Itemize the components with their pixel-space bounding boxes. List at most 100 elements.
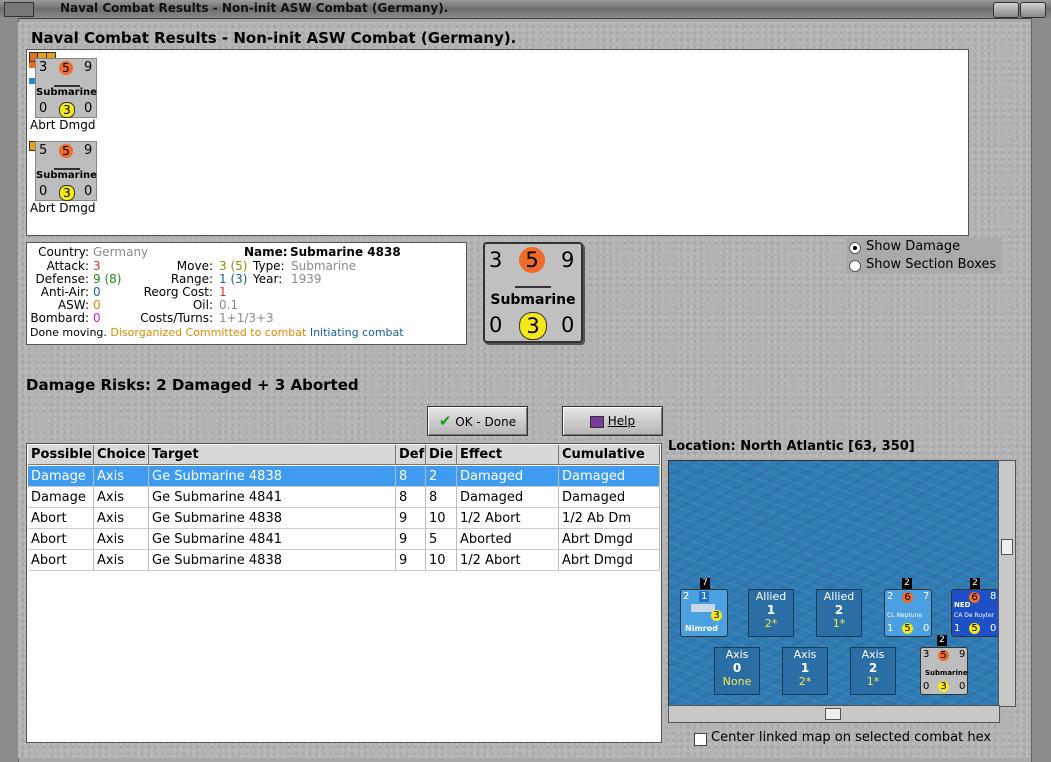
attack-label: Attack: [46, 259, 89, 273]
help-label: Help [607, 414, 636, 428]
show-section-boxes-radio[interactable] [849, 260, 861, 272]
stack-count: 2 [902, 578, 912, 589]
help-button[interactable]: Help [562, 406, 663, 436]
counter-aa: 0 [39, 184, 48, 199]
window-title: Naval Combat Results - Non-init ASW Comb… [60, 1, 449, 15]
column-header[interactable]: Choice [94, 445, 149, 465]
column-header[interactable]: Cumulative [559, 445, 660, 465]
unit-result-caption: Abrt Dmgd [30, 118, 96, 132]
column-header[interactable]: Possible [28, 445, 94, 465]
cell-effect: 1/2 Abort [457, 550, 559, 571]
counter-range: 0 [959, 681, 966, 692]
scroll-thumb[interactable] [825, 708, 841, 720]
box-label: Axis [793, 648, 817, 661]
counter-defense: 3 [938, 681, 949, 692]
cell-def: 8 [396, 466, 426, 487]
unit-counter-de-ruyter[interactable]: NED 6 8 CA De Ruyter 1 5 0 [951, 589, 999, 637]
unit-counter-neptune[interactable]: 2 6 7 CL Neptune 1 5 0 [884, 589, 932, 637]
unit-counter[interactable]: 5 5 9 Submarine 0 3 0 [35, 141, 97, 201]
center-map-checkbox[interactable] [694, 733, 707, 746]
counter-move: 8 [990, 591, 997, 602]
cell-die: 10 [426, 508, 457, 529]
counter-attack: 2 [887, 591, 894, 602]
scroll-thumb[interactable] [1001, 539, 1013, 555]
counter-name: CA De Ruyter [954, 612, 995, 619]
table-row[interactable]: Damage Axis Ge Submarine 4838 8 2 Damage… [28, 466, 660, 487]
counter-attack: 5 [39, 143, 48, 158]
bombard-label: Bombard: [30, 311, 89, 325]
linked-map[interactable]: 7 2 1 3 Nimrod Allied 1 2* Allied 2 1* 2… [668, 460, 1000, 707]
aircraft-icon [691, 604, 715, 612]
table-row[interactable]: Abort Axis Ge Submarine 4841 9 5 Aborted… [28, 529, 660, 550]
axis-section-box[interactable]: Axis 1 2* [782, 647, 828, 695]
cell-choice: Axis [94, 508, 149, 529]
status-disorganized: Disorganized [110, 326, 182, 339]
costs-label: Costs/Turns: [140, 311, 213, 325]
reorg-label: Reorg Cost: [143, 285, 213, 299]
unit-counter-submarine[interactable]: 3 5 9 Submarine 0 3 0 [920, 647, 968, 695]
minimize-button[interactable] [993, 2, 1019, 18]
allied-section-box[interactable]: Allied 1 2* [748, 589, 794, 637]
box-sub: 1* [866, 675, 880, 688]
table-row[interactable]: Abort Axis Ge Submarine 4838 9 10 1/2 Ab… [28, 508, 660, 529]
cell-target: Ge Submarine 4841 [149, 487, 396, 508]
box-value: 2 [868, 661, 878, 675]
column-header[interactable]: Die [426, 445, 457, 465]
unit-counter[interactable]: 3 5 9 Submarine 0 3 0 [35, 58, 97, 118]
box-sub: 2* [764, 617, 778, 630]
counter-attack: 3 [489, 248, 503, 272]
close-button[interactable] [1020, 2, 1046, 18]
show-damage-radio[interactable] [849, 242, 861, 254]
center-map-label[interactable]: Center linked map on selected combat hex [711, 730, 991, 745]
column-header[interactable]: Effect [457, 445, 559, 465]
table-row[interactable]: Damage Axis Ge Submarine 4841 8 8 Damage… [28, 487, 660, 508]
help-book-icon [589, 415, 604, 428]
cell-target: Ge Submarine 4841 [149, 529, 396, 550]
submarine-icon [515, 278, 551, 288]
cell-choice: Axis [94, 550, 149, 571]
show-section-boxes-label[interactable]: Show Section Boxes [866, 257, 996, 272]
cell-choice: Axis [94, 529, 149, 550]
cell-target: Ge Submarine 4838 [149, 466, 396, 487]
cell-choice: Axis [94, 487, 149, 508]
unit-counter-nimrod[interactable]: 2 1 3 Nimrod [680, 589, 728, 637]
defense-value: 9 (8) [93, 272, 122, 286]
counter-strength: 5 [519, 247, 545, 273]
box-value: 0 [732, 661, 742, 675]
allied-section-box[interactable]: Allied 2 1* [816, 589, 862, 637]
map-horizontal-scrollbar[interactable] [668, 705, 1000, 723]
axis-section-box[interactable]: Axis 0 None [714, 647, 760, 695]
column-header[interactable]: Target [149, 445, 396, 465]
stack-count: 2 [937, 635, 947, 646]
axis-section-box[interactable]: Axis 2 1* [850, 647, 896, 695]
counter-move: 9 [84, 60, 93, 75]
show-damage-label[interactable]: Show Damage [866, 239, 960, 254]
cell-effect: Aborted [457, 529, 559, 550]
move-value: 3 (5) [219, 259, 248, 273]
map-vertical-scrollbar[interactable] [998, 460, 1016, 707]
counter-defense: 3 [59, 185, 75, 201]
attack-value: 3 [93, 259, 101, 273]
counter-range: 0 [923, 623, 930, 634]
move-label: Move: [176, 259, 213, 273]
checkmark-icon: ✔ [438, 412, 452, 430]
window-menu-icon[interactable] [4, 2, 34, 17]
counter-strength: 5 [59, 61, 73, 75]
counter-strength: 6 [902, 592, 913, 603]
stack-count: 7 [700, 578, 710, 589]
table-row[interactable]: Abort Axis Ge Submarine 4838 9 10 1/2 Ab… [28, 550, 660, 571]
counter-name: CL Neptune [887, 612, 923, 619]
range-value: 1 (3) [219, 272, 248, 286]
box-value: 1 [800, 661, 810, 675]
counter-defense: 5 [969, 623, 980, 634]
box-label: Allied [755, 590, 787, 603]
ok-done-button[interactable]: ✔ OK - Done [427, 406, 528, 436]
cell-die: 5 [426, 529, 457, 550]
cell-def: 9 [396, 529, 426, 550]
window-left-border [0, 18, 19, 762]
cell-def: 9 [396, 550, 426, 571]
ok-done-label: OK - Done [455, 415, 517, 429]
title-bar: Naval Combat Results - Non-init ASW Comb… [0, 0, 1051, 19]
antiair-value: 0 [93, 285, 101, 299]
column-header[interactable]: Def [396, 445, 426, 465]
